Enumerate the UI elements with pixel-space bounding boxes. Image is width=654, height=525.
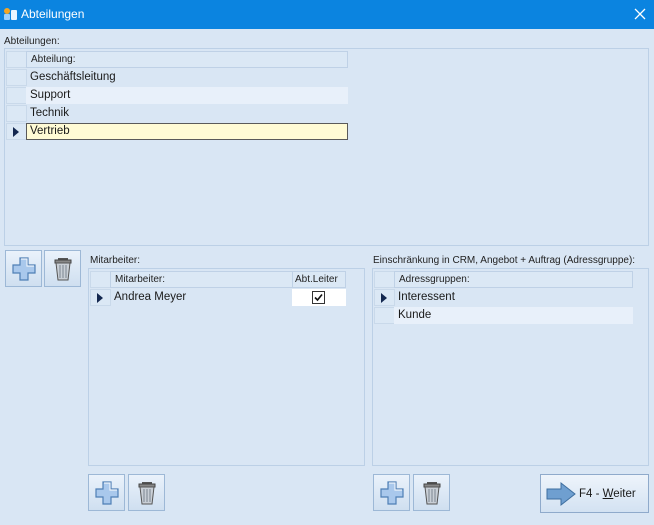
title-bar: Abteilungen [0,0,654,29]
employee-leader-cell[interactable] [292,289,346,306]
department-row-support[interactable]: Support [26,87,348,104]
trash-icon [138,482,156,505]
departments-label: Abteilungen: [4,36,60,47]
row-indicator [374,307,395,324]
delete-department-button[interactable] [44,250,81,287]
arrow-right-icon [546,481,576,507]
employee-row-name[interactable]: Andrea Meyer [110,289,293,306]
employees-grid[interactable]: Mitarbeiter: Abt.Leiter Andrea Meyer [88,268,365,466]
column-header-mitarbeiter: Mitarbeiter: [110,271,293,288]
add-address-group-button[interactable] [373,474,410,511]
close-icon[interactable] [632,6,648,22]
add-employee-button[interactable] [88,474,125,511]
row-indicator [6,105,27,122]
employees-label: Mitarbeiter: [90,255,141,266]
next-button[interactable]: F4 - Weiter [540,474,649,513]
department-row-technik[interactable]: Technik [26,105,348,122]
delete-employee-button[interactable] [128,474,165,511]
row-indicator [6,69,27,86]
delete-address-group-button[interactable] [413,474,450,511]
check-icon [314,293,323,302]
plus-icon [95,481,119,505]
current-row-indicator [90,289,111,306]
add-department-button[interactable] [5,250,42,287]
trash-icon [54,258,72,281]
trash-icon [423,482,441,505]
column-header-adressgruppen: Adressgruppen: [394,271,633,288]
column-header-abteilung: Abteilung: [26,51,348,68]
row-indicator [6,87,27,104]
leader-checkbox[interactable] [312,291,325,304]
row-indicator-header [90,271,111,288]
address-group-row-interessent[interactable]: Interessent [394,289,633,306]
department-row-vertrieb[interactable]: Vertrieb [26,123,348,140]
restriction-label: Einschränkung in CRM, Angebot + Auftrag … [373,255,636,266]
address-group-row-kunde[interactable]: Kunde [394,307,633,324]
row-indicator-header [6,51,27,68]
window-title: Abteilungen [21,7,85,21]
column-header-abt-leiter: Abt.Leiter [292,271,346,288]
current-row-indicator [6,123,27,140]
departments-grid[interactable]: Abteilung: Geschäftsleitung Support Tech… [4,48,649,246]
plus-icon [12,257,36,281]
next-button-label: F4 - Weiter [579,488,636,500]
department-row-geschaeftsleitung[interactable]: Geschäftsleitung [26,69,348,86]
current-row-indicator [374,289,395,306]
plus-icon [380,481,404,505]
row-indicator-header [374,271,395,288]
address-groups-grid[interactable]: Adressgruppen: Interessent Kunde [372,268,649,466]
app-icon [4,8,17,20]
